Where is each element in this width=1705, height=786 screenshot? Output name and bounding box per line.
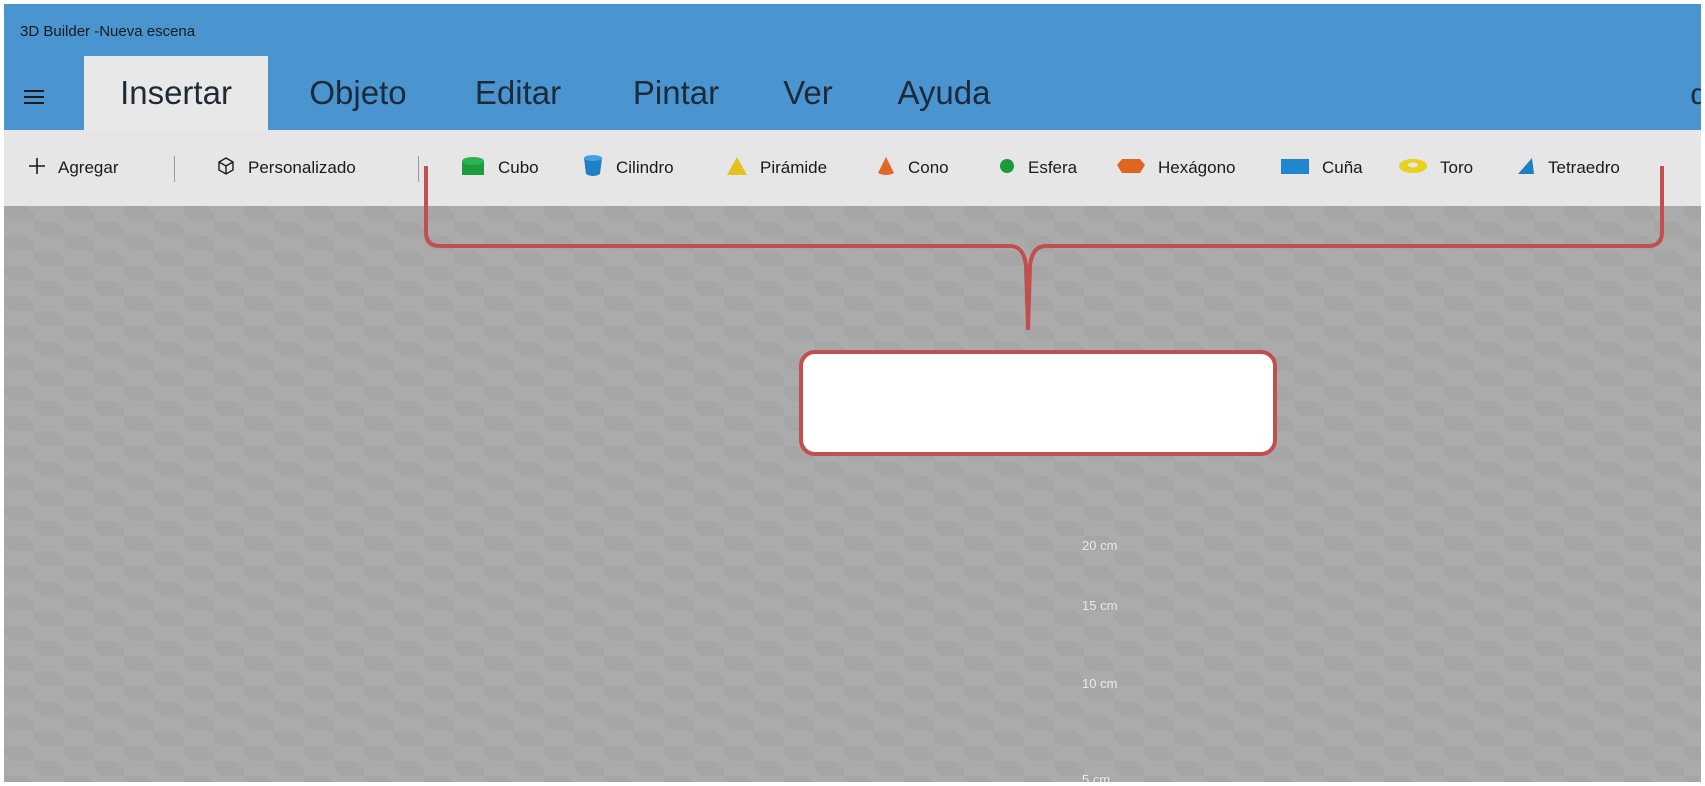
shape-label: Cilindro <box>616 158 674 177</box>
shape-toro[interactable]: Toro <box>1398 130 1473 206</box>
plus-icon <box>28 157 46 180</box>
shape-esfera[interactable]: Esfera <box>998 130 1077 206</box>
cube-icon <box>460 156 486 181</box>
ribbon-tabs: Insertar Objeto Editar Pintar Ver Ayuda … <box>4 56 1701 130</box>
shape-cubo[interactable]: Cubo <box>460 130 539 206</box>
custom-button[interactable]: Personalizado <box>216 130 356 206</box>
shape-hexagono[interactable]: Hexágono <box>1116 130 1236 206</box>
shape-cilindro[interactable]: Cilindro <box>582 130 674 206</box>
3d-viewport[interactable]: 20 cm 15 cm 10 cm 5 cm <box>4 206 1701 786</box>
ruler-label: 15 cm <box>1082 598 1118 613</box>
shape-cono[interactable]: Cono <box>876 130 949 206</box>
shape-label: Tetraedro <box>1548 158 1620 177</box>
custom-label: Personalizado <box>248 158 356 177</box>
ruler-label: 5 cm <box>1082 772 1111 786</box>
divider <box>174 156 175 182</box>
add-button[interactable]: Agregar <box>28 130 118 206</box>
shape-label: Cuña <box>1322 158 1363 177</box>
box-outline-icon <box>216 156 236 181</box>
window-title: 3D Builder -Nueva escena <box>20 23 196 40</box>
hamburger-menu-icon[interactable] <box>24 90 44 106</box>
cylinder-icon <box>582 154 604 183</box>
sphere-icon <box>998 157 1016 180</box>
shape-label: Pirámide <box>760 158 828 177</box>
shape-tetraedro[interactable]: Tetraedro <box>1516 130 1620 206</box>
shape-cuna[interactable]: Cuña <box>1280 130 1363 206</box>
title-bar: 3D Builder -Nueva escena <box>4 4 1701 56</box>
ruler-label: 10 cm <box>1082 676 1118 691</box>
shape-label: Hexágono <box>1158 158 1236 177</box>
shape-label: Cono <box>908 158 949 177</box>
shape-label: Cubo <box>498 158 539 177</box>
pyramid-icon <box>726 156 748 181</box>
wedge-icon <box>1280 157 1310 180</box>
divider <box>418 156 419 182</box>
tetrahedron-icon <box>1516 156 1536 181</box>
add-label: Agregar <box>58 158 119 177</box>
shape-piramide[interactable]: Pirámide <box>726 130 827 206</box>
hexagon-icon <box>1116 156 1146 181</box>
tab-insertar[interactable]: Insertar <box>84 56 268 130</box>
app-window: 3D Builder -Nueva escena Insertar Objeto… <box>0 0 1705 786</box>
insert-toolbar: Agregar Personalizado Cubo Cilindro Pirá… <box>4 130 1701 206</box>
callout-box <box>799 350 1277 456</box>
tab-pintar[interactable]: Pintar <box>616 56 736 130</box>
shape-label: Esfera <box>1028 158 1078 177</box>
torus-icon <box>1398 157 1428 180</box>
ruler-label: 20 cm <box>1082 538 1118 553</box>
tab-objeto[interactable]: Objeto <box>288 56 428 130</box>
tab-editar[interactable]: Editar <box>460 56 576 130</box>
tab-ayuda[interactable]: Ayuda <box>888 56 1000 130</box>
shape-label: Toro <box>1440 158 1474 177</box>
tab-ver[interactable]: Ver <box>774 56 842 130</box>
cone-icon <box>876 156 896 181</box>
overflow-icon[interactable]: d <box>1690 78 1701 112</box>
